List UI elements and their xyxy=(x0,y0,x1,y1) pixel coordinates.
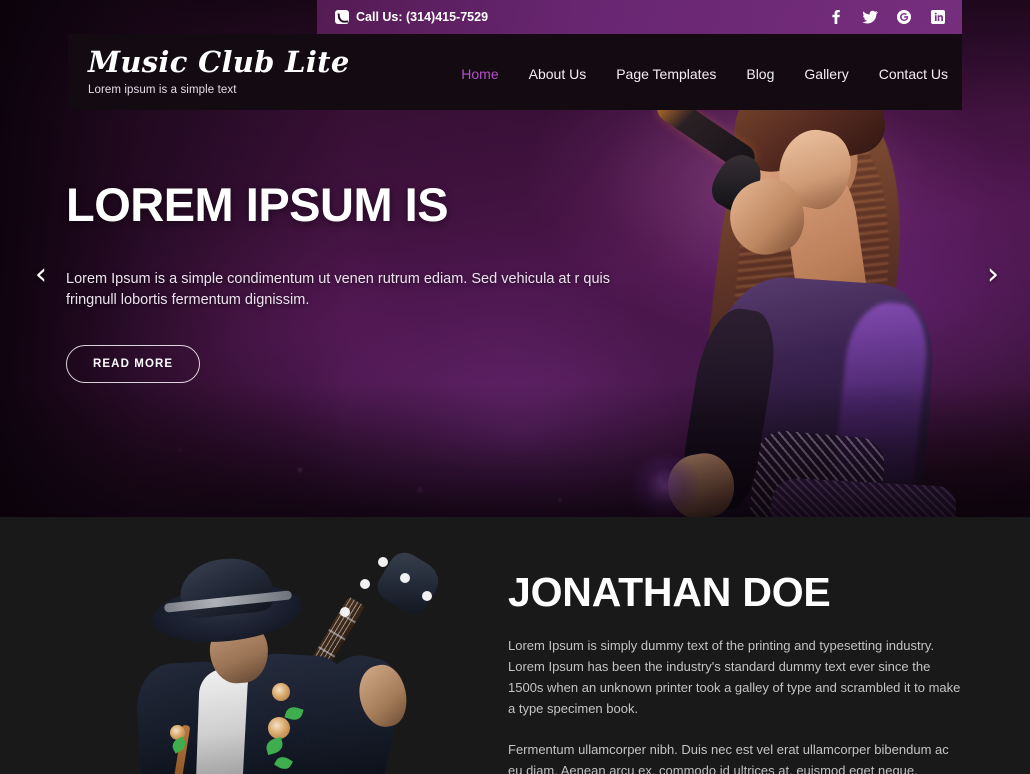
top-utility-bar: Call Us: (314)415-7529 xyxy=(317,0,962,34)
brand-block[interactable]: Music Club Lite Lorem ipsum is a simple … xyxy=(88,45,350,97)
brand-tagline: Lorem ipsum is a simple text xyxy=(88,84,237,96)
about-section: JONATHAN DOE Lorem Ipsum is simply dummy… xyxy=(0,517,1030,774)
twitter-icon[interactable] xyxy=(862,9,878,25)
nav-item-page-templates[interactable]: Page Templates xyxy=(616,66,716,82)
facebook-icon[interactable] xyxy=(828,9,844,25)
nav-item-blog[interactable]: Blog xyxy=(746,66,774,82)
site-header: Music Club Lite Lorem ipsum is a simple … xyxy=(68,34,962,110)
main-nav: Home About Us Page Templates Blog Galler… xyxy=(461,62,948,82)
hero-content: LOREM IPSUM IS Lorem Ipsum is a simple c… xyxy=(66,178,626,384)
about-title: JONATHAN DOE xyxy=(508,569,831,615)
nav-item-about-us[interactable]: About Us xyxy=(529,66,587,82)
nav-item-home[interactable]: Home xyxy=(461,66,498,82)
carousel-next-arrow-icon[interactable]: › xyxy=(978,259,1008,293)
guitarist-photo xyxy=(60,535,490,774)
phone-icon xyxy=(335,10,349,24)
hero-title: LOREM IPSUM IS xyxy=(66,178,449,231)
about-paragraph-1: Lorem Ipsum is simply dummy text of the … xyxy=(508,638,961,716)
google-plus-icon[interactable] xyxy=(896,9,912,25)
linkedin-icon[interactable] xyxy=(930,9,946,25)
read-more-button[interactable]: READ MORE xyxy=(66,345,201,384)
call-us-block[interactable]: Call Us: (314)415-7529 xyxy=(335,10,488,24)
about-content: JONATHAN DOE Lorem Ipsum is simply dummy… xyxy=(508,572,963,774)
nav-item-gallery[interactable]: Gallery xyxy=(804,66,848,82)
social-links xyxy=(828,9,946,25)
carousel-prev-arrow-icon[interactable]: ‹ xyxy=(26,259,56,293)
nav-item-contact-us[interactable]: Contact Us xyxy=(879,66,948,82)
about-paragraph-2: Fermentum ullamcorper nibh. Duis nec est… xyxy=(508,742,949,774)
brand-name: Music Club Lite xyxy=(88,45,350,79)
hero-subtitle: Lorem Ipsum is a simple condimentum ut v… xyxy=(66,271,610,309)
call-us-label: Call Us: (314)415-7529 xyxy=(356,10,489,24)
page-root: LOREM IPSUM IS Lorem Ipsum is a simple c… xyxy=(0,0,1030,774)
